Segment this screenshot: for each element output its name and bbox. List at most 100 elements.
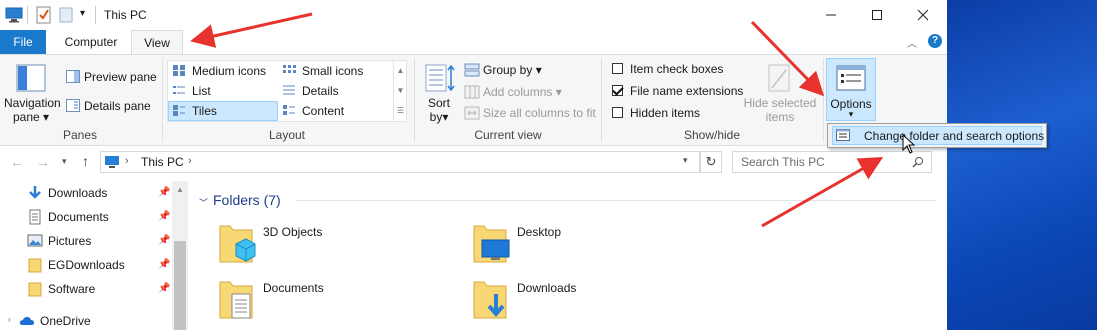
navigation-pane-button[interactable]: Navigation pane ▾ [4,60,61,126]
nav-item-egdownloads[interactable]: EGDownloads [48,258,125,272]
navigation-pane-icon [16,64,46,92]
collapse-ribbon-chevron-icon[interactable]: ︿ [907,35,917,50]
breadcrumb-chevron-icon[interactable]: › [125,155,129,167]
change-folder-options-label[interactable]: Change folder and search options [864,129,1044,143]
layout-content[interactable]: Content [302,104,344,118]
pin-icon[interactable]: 📌 [158,259,170,270]
sort-by-icon [425,64,455,92]
recent-locations-chevron-icon[interactable]: ▾ [62,156,67,167]
folder-desktop-label[interactable]: Desktop [517,225,561,239]
address-history-chevron-icon[interactable]: ▾ [683,155,688,166]
preview-pane-icon [66,70,80,83]
layout-details[interactable]: Details [302,84,339,98]
back-arrow-icon[interactable]: ← [10,154,24,170]
section-title[interactable]: Folders (7) [213,192,281,208]
desktop-background [947,0,1097,330]
this-pc-icon [5,7,23,23]
desktop-folder-icon[interactable] [472,222,510,266]
hide-selected-label-2: items [765,110,795,124]
group-by-button[interactable]: Group by ▾ [483,63,542,77]
expand-chevron-icon[interactable]: › [8,315,11,324]
breadcrumb-chevron-icon-2[interactable]: › [188,155,192,167]
sort-by-label: Sort [427,96,450,110]
forward-arrow-icon[interactable]: → [36,154,50,170]
tiles-icon [173,105,185,116]
pin-icon[interactable]: 📌 [158,211,170,222]
layout-group-label: Layout [268,128,306,142]
customize-toolbar-chevron-icon[interactable]: ▾ [80,8,85,19]
close-icon [917,9,929,21]
add-columns-icon [464,85,480,99]
options-button[interactable]: Options ▾ [826,58,876,121]
documents-folder-icon[interactable] [218,278,256,322]
window-title: This PC [104,8,147,22]
content-icon [283,105,295,115]
nav-item-pictures[interactable]: Pictures [48,234,91,248]
medium-icons-icon [173,65,185,76]
pin-icon[interactable]: 📌 [158,235,170,246]
file-name-extensions-label[interactable]: File name extensions [630,84,743,98]
nav-item-documents[interactable]: Documents [48,210,109,224]
layout-medium-icons[interactable]: Medium icons [192,64,266,78]
item-check-boxes-label[interactable]: Item check boxes [630,62,723,76]
folder-documents-label[interactable]: Documents [263,281,324,295]
hide-selected-items-button: Hide selected items [742,60,818,124]
layout-tiles[interactable]: Tiles [192,104,217,118]
scroll-up-chevron-icon[interactable]: ▲ [176,185,184,194]
section-divider [296,200,936,201]
folder-icon [28,258,42,273]
search-placeholder: Search This PC [741,155,825,169]
nav-item-software[interactable]: Software [48,282,95,296]
file-name-extensions-checkbox[interactable] [612,85,623,96]
refresh-icon[interactable]: ↻ [700,151,722,173]
breadcrumb-this-pc[interactable]: This PC [141,155,184,169]
layout-gallery-scroll[interactable]: ▲ ▼ ☰ [393,61,407,121]
navigation-pane-label-2: pane ▾ [12,110,50,124]
list-icon [173,86,185,94]
3d-objects-folder-icon[interactable] [218,222,256,266]
size-all-columns-button: Size all columns to fit [483,106,596,120]
close-button[interactable] [900,0,946,30]
details-icon [283,85,295,95]
tab-file[interactable]: File [0,30,46,55]
nav-item-onedrive[interactable]: OneDrive [40,314,91,328]
maximize-button[interactable] [854,0,900,30]
options-icon [836,65,866,91]
ribbon-separator [162,58,163,142]
pin-icon[interactable]: 📌 [158,187,170,198]
section-collapse-chevron-icon[interactable]: ﹀ [199,196,208,209]
layout-small-icons[interactable]: Small icons [302,64,363,78]
details-pane-icon [66,99,80,112]
preview-pane-button[interactable]: Preview pane [84,70,157,84]
documents-icon [29,209,41,225]
folder-downloads-label[interactable]: Downloads [517,281,576,295]
minimize-button[interactable] [808,0,854,30]
maximize-icon [872,10,882,20]
new-folder-icon[interactable] [59,7,73,23]
size-columns-icon [464,106,480,120]
this-pc-address-icon [105,156,119,168]
mouse-cursor-icon [902,134,916,154]
folder-3d-objects-label[interactable]: 3D Objects [263,225,322,239]
search-icon[interactable] [912,156,924,168]
details-pane-button[interactable]: Details pane [84,99,151,113]
help-icon[interactable]: ? [928,34,942,48]
hidden-items-label[interactable]: Hidden items [630,106,700,120]
downloads-folder-icon[interactable] [472,278,510,322]
explorer-window: ▾ This PC File Computer View ︿ ? Navigat… [0,0,947,330]
sort-by-label-2: by▾ [429,110,449,124]
nav-scrollbar-thumb[interactable] [174,241,186,330]
properties-icon[interactable] [36,6,52,24]
nav-item-downloads[interactable]: Downloads [48,186,107,200]
minimize-icon [826,14,836,16]
sort-by-button[interactable]: Sort by▾ [420,60,458,124]
up-arrow-icon[interactable]: ↑ [82,153,89,169]
pin-icon[interactable]: 📌 [158,283,170,294]
hide-selected-items-icon [768,64,790,92]
tab-view[interactable]: View [131,30,183,55]
layout-list[interactable]: List [192,84,211,98]
hidden-items-checkbox[interactable] [612,107,623,118]
tab-computer[interactable]: Computer [50,30,132,55]
item-check-boxes-checkbox[interactable] [612,63,623,74]
ribbon-separator [601,58,602,142]
